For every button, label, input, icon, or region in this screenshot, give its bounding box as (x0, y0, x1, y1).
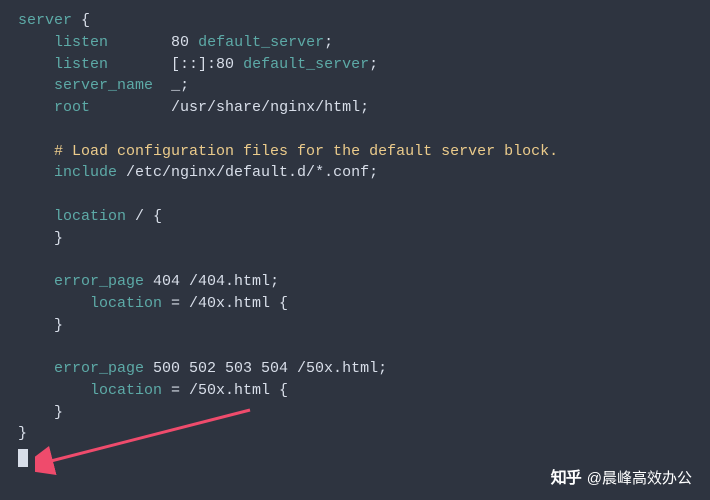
underscore: _ (171, 77, 180, 94)
brace-open: { (72, 12, 90, 29)
semicolon: ; (270, 273, 279, 290)
error-50x: 500 502 503 504 /50x.html (144, 360, 378, 377)
location-40x: = /40x.html { (162, 295, 288, 312)
semicolon: ; (369, 164, 378, 181)
keyword-include: include (54, 164, 117, 181)
terminal-cursor (18, 449, 28, 467)
watermark-author: @晨峰高效办公 (587, 468, 692, 490)
keyword-location: location (54, 208, 126, 225)
keyword-server: server (18, 12, 72, 29)
ipv6-port: [::]:80 (171, 56, 243, 73)
semicolon: ; (180, 77, 189, 94)
default-server: default_server (198, 34, 324, 51)
zhihu-logo: 知乎 (551, 467, 581, 490)
brace-close: } (54, 404, 63, 421)
watermark: 知乎 @晨峰高效办公 (551, 467, 692, 490)
brace-close: } (54, 230, 63, 247)
location-50x: = /50x.html { (162, 382, 288, 399)
semicolon: ; (324, 34, 333, 51)
brace-close-outer: } (18, 425, 27, 442)
location-root: / { (126, 208, 162, 225)
brace-close: } (54, 317, 63, 334)
error-404: 404 /404.html (144, 273, 270, 290)
keyword-errorpage: error_page (54, 273, 144, 290)
port-80: 80 (171, 34, 198, 51)
keyword-location: location (90, 382, 162, 399)
keyword-servername: server_name (54, 77, 153, 94)
semicolon: ; (360, 99, 369, 116)
include-path: /etc/nginx/default.d/*.conf (117, 164, 369, 181)
nginx-config-code: server { listen 80 default_server; liste… (18, 10, 692, 475)
keyword-location: location (90, 295, 162, 312)
keyword-errorpage: error_page (54, 360, 144, 377)
root-path: /usr/share/nginx/html (171, 99, 360, 116)
keyword-root: root (54, 99, 90, 116)
default-server: default_server (243, 56, 369, 73)
semicolon: ; (378, 360, 387, 377)
comment-line: # Load configuration files for the defau… (54, 143, 558, 160)
keyword-listen: listen (54, 34, 108, 51)
semicolon: ; (369, 56, 378, 73)
keyword-listen: listen (54, 56, 108, 73)
